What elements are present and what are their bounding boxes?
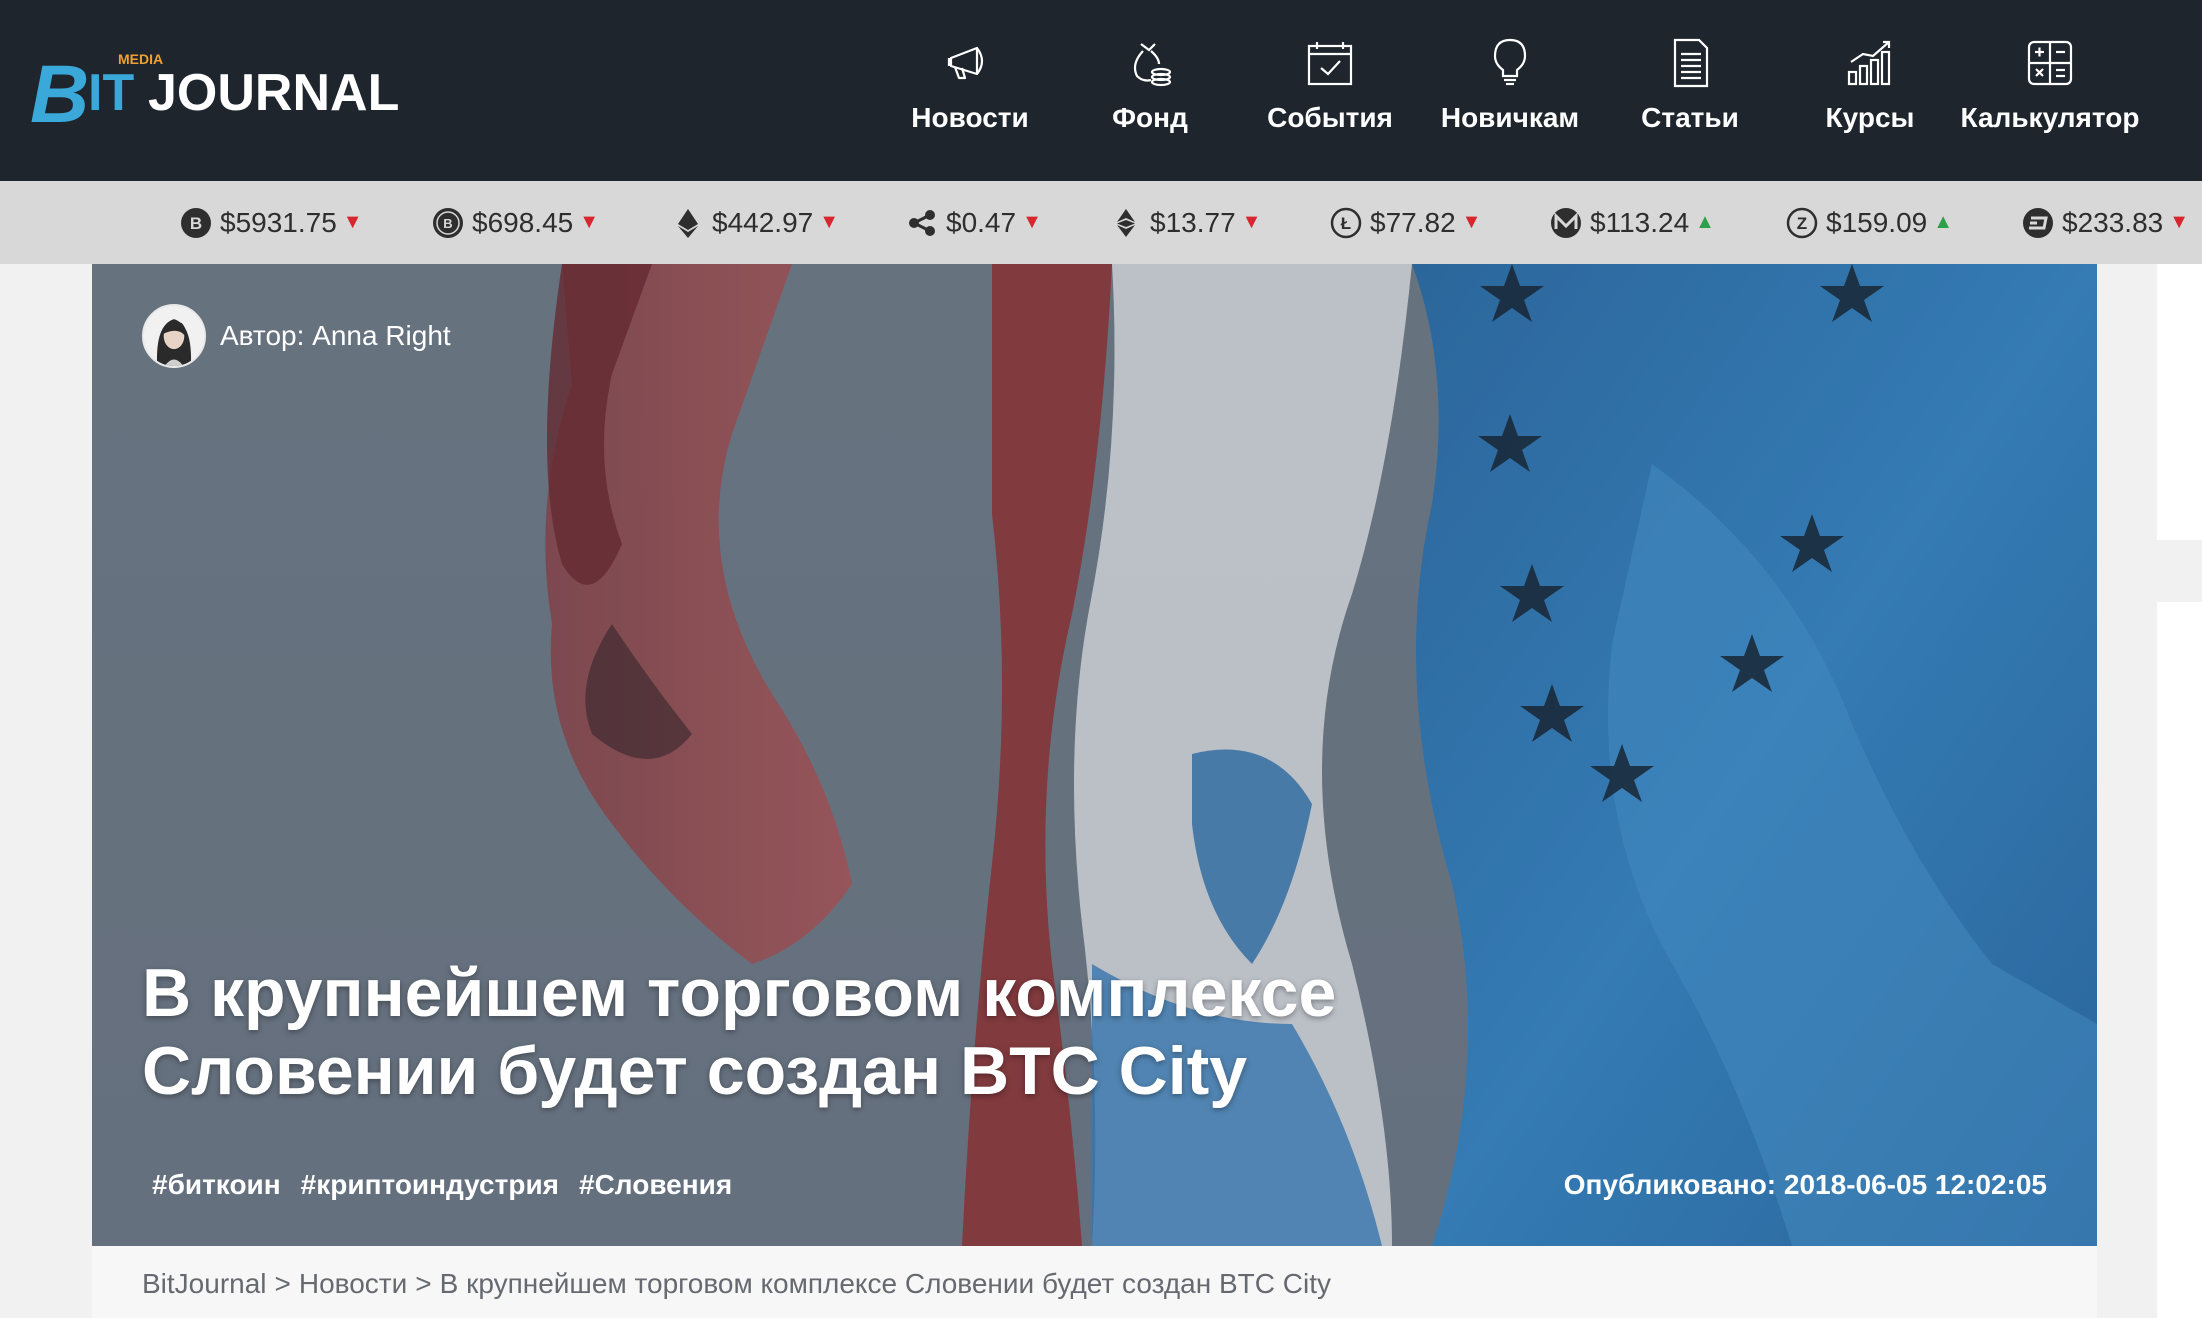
ticker-item-zcash[interactable]: Z $159.09 ▲	[1786, 181, 1953, 264]
nav-item-beginners[interactable]: Новичкам	[1420, 0, 1600, 181]
calculator-icon	[2021, 34, 2079, 92]
trend-up-arrow: ▲	[1695, 211, 1715, 233]
site-logo[interactable]: MEDIA B IT JOURNAL	[30, 46, 410, 136]
ticker-price: $113.24	[1590, 206, 1690, 238]
sidebar-edge	[2157, 264, 2202, 540]
author-avatar	[142, 304, 206, 368]
nav-item-rates[interactable]: Курсы	[1780, 0, 1960, 181]
logo-journal-text: JOURNAL	[148, 64, 399, 122]
trend-up-arrow: ▲	[1933, 211, 1954, 233]
calendar-check-icon	[1301, 34, 1359, 92]
author-name: Автор: Anna Right	[220, 320, 451, 351]
logo-it-text: IT	[88, 64, 134, 122]
breadcrumb-bar: BitJournal > Новости > В крупнейшем торговом…	[92, 1246, 2097, 1318]
article-title-line: Словении будет создан BTC City	[142, 1033, 1248, 1109]
ticker-item-bitcoin-cash[interactable]: B $698.45 ▼	[432, 181, 599, 264]
article-title: В крупнейшем торговом комплексе Словении…	[142, 954, 1542, 1110]
trend-down-arrow: ▼	[1241, 211, 1262, 233]
svg-text:Z: Z	[1797, 214, 1807, 233]
nav-label: Новичкам	[1440, 102, 1580, 133]
trend-down-arrow: ▼	[342, 211, 363, 233]
nav-label: Статьи	[1641, 102, 1739, 133]
article-author[interactable]: Автор: Anna Right	[142, 304, 451, 368]
dash-icon	[2022, 207, 2054, 239]
ticker-item-ripple[interactable]: $0.47 ▼	[906, 181, 1042, 264]
ticker-price: $233.83	[2062, 206, 2164, 238]
trend-down-arrow: ▼	[819, 211, 840, 233]
breadcrumb: BitJournal > Новости > В крупнейшем торговом…	[142, 1268, 1331, 1300]
nav-item-events[interactable]: События	[1240, 0, 1420, 181]
trend-down-arrow: ▼	[1461, 211, 1482, 233]
sidebar-edge	[2157, 602, 2202, 1318]
nav-item-articles[interactable]: Статьи	[1600, 0, 1780, 181]
breadcrumb-separator: >	[274, 1268, 291, 1299]
nav-item-news[interactable]: Новости	[880, 0, 1060, 181]
ticker-item-monero[interactable]: $113.24 ▲	[1550, 181, 1715, 264]
site-header: MEDIA B IT JOURNAL Новости Фонд События …	[0, 0, 2202, 181]
ticker-price: $0.47	[946, 206, 1017, 238]
nav-label: Курсы	[1825, 102, 1915, 133]
svg-text:B: B	[190, 214, 202, 233]
article-hero: Автор: Anna Right В крупнейшем торговом …	[92, 264, 2097, 1246]
price-ticker: B $5931.75 ▼ B $698.45 ▼ $442.97 ▼ $0.47…	[0, 181, 2202, 264]
tag-link[interactable]: #Словения	[579, 1169, 732, 1201]
ripple-icon	[906, 207, 938, 239]
article-title-line: В крупнейшем торговом комплексе	[142, 955, 1337, 1031]
svg-text:Ł: Ł	[1341, 214, 1351, 233]
ethereum-icon	[672, 207, 704, 239]
lightbulb-icon	[1481, 34, 1539, 92]
published-date: Опубликовано: 2018-06-05 12:02:05	[1563, 1169, 2047, 1200]
money-bag-icon	[1121, 34, 1179, 92]
logo-b-letter: B	[30, 49, 89, 136]
nav-label: Новости	[911, 102, 1029, 133]
megaphone-icon	[941, 34, 999, 92]
nav-item-fund[interactable]: Фонд	[1060, 0, 1240, 181]
bitcoin-cash-icon: B	[432, 207, 464, 239]
trend-down-arrow: ▼	[1022, 211, 1042, 233]
ticker-price: $13.77	[1150, 206, 1236, 238]
nav-label: Фонд	[1112, 102, 1188, 133]
chart-bars-icon	[1841, 34, 1899, 92]
nav-label: События	[1267, 102, 1393, 133]
ticker-item-dash[interactable]: $233.83 ▼	[2022, 181, 2189, 264]
ticker-price: $442.97	[712, 206, 814, 238]
trend-down-arrow: ▼	[579, 211, 600, 233]
nav-label: Калькулятор	[1960, 102, 2140, 133]
article-tags: #биткоин #криптоиндустрия #Словения	[152, 1169, 732, 1201]
ticker-item-ethereum[interactable]: $442.97 ▼	[672, 181, 839, 264]
breadcrumb-current: В крупнейшем торговом комплексе Словении…	[439, 1268, 1331, 1299]
ethereum-classic-icon	[1110, 207, 1142, 239]
ticker-item-ethereum-classic[interactable]: $13.77 ▼	[1110, 181, 1261, 264]
ticker-price: $5931.75	[220, 206, 337, 238]
bitcoin-icon: B	[180, 207, 212, 239]
svg-text:B: B	[443, 216, 452, 231]
trend-down-arrow: ▼	[2169, 211, 2190, 233]
ticker-item-bitcoin[interactable]: B $5931.75 ▼	[180, 181, 363, 264]
ticker-price: $159.09	[1826, 206, 1928, 238]
breadcrumb-link-home[interactable]: BitJournal	[142, 1268, 267, 1299]
breadcrumb-link-news[interactable]: Новости	[299, 1268, 407, 1299]
tag-link[interactable]: #криптоиндустрия	[301, 1169, 559, 1201]
nav-item-calculator[interactable]: Калькулятор	[1960, 0, 2140, 181]
main-nav: Новости Фонд События Новичкам Статьи Кур…	[880, 0, 2140, 181]
ticker-item-litecoin[interactable]: Ł $77.82 ▼	[1330, 181, 1481, 264]
monero-icon	[1550, 207, 1582, 239]
litecoin-icon: Ł	[1330, 207, 1362, 239]
zcash-icon: Z	[1786, 207, 1818, 239]
tag-link[interactable]: #биткоин	[152, 1169, 281, 1201]
breadcrumb-separator: >	[415, 1268, 432, 1299]
document-icon	[1661, 34, 1719, 92]
ticker-price: $698.45	[472, 206, 574, 238]
ticker-price: $77.82	[1370, 206, 1456, 238]
